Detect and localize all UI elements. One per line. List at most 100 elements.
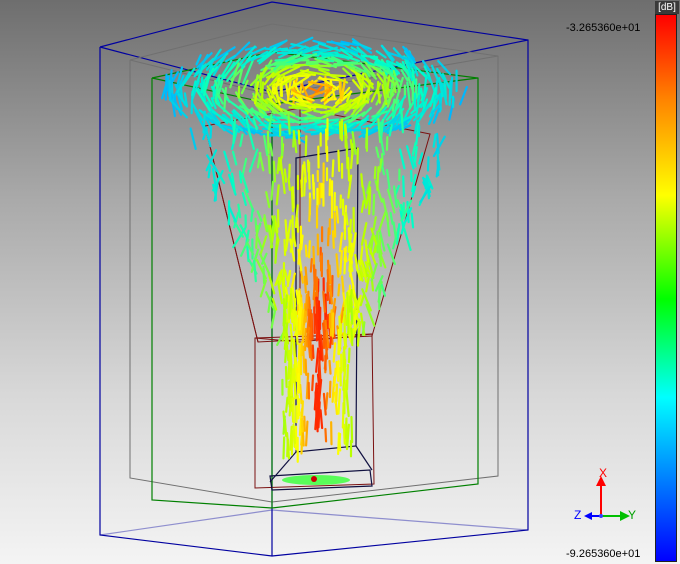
field-arrow bbox=[304, 358, 308, 376]
field-arrow bbox=[318, 358, 322, 381]
field-arrow bbox=[304, 116, 324, 120]
field-arrow bbox=[376, 165, 380, 191]
field-arrow bbox=[329, 285, 333, 305]
field-arrow bbox=[223, 150, 232, 172]
field-arrow bbox=[228, 205, 237, 223]
field-arrow bbox=[360, 54, 379, 59]
field-arrow bbox=[189, 127, 197, 150]
field-arrow bbox=[302, 303, 307, 326]
field-arrow bbox=[298, 306, 302, 331]
field-arrow bbox=[325, 331, 330, 349]
field-arrow bbox=[297, 129, 301, 145]
field-arrow bbox=[332, 342, 337, 363]
field-arrow bbox=[286, 272, 292, 288]
field-arrow bbox=[350, 327, 354, 347]
field-arrow bbox=[389, 211, 394, 225]
axis-z-label: Z bbox=[574, 508, 582, 522]
axes-triad-icon: X Y Z bbox=[568, 466, 648, 530]
field-arrow bbox=[342, 423, 346, 445]
field-arrow bbox=[243, 188, 255, 212]
field-arrow bbox=[410, 212, 415, 229]
field-arrow bbox=[272, 160, 277, 183]
field-arrow bbox=[403, 227, 412, 251]
field-arrow bbox=[304, 293, 308, 311]
field-arrow bbox=[360, 199, 365, 214]
field-arrow bbox=[301, 400, 304, 418]
field-arrow bbox=[273, 62, 294, 66]
field-arrow bbox=[291, 186, 295, 209]
field-arrow bbox=[285, 294, 288, 309]
field-arrow bbox=[292, 338, 296, 357]
field-arrow bbox=[256, 235, 263, 250]
field-arrow bbox=[303, 327, 307, 352]
field-arrow bbox=[239, 133, 244, 147]
field-arrow bbox=[335, 205, 340, 224]
field-arrow bbox=[324, 392, 329, 410]
field-arrow bbox=[311, 344, 315, 360]
field-arrow bbox=[346, 291, 350, 315]
field-arrow bbox=[368, 188, 372, 215]
field-arrow bbox=[265, 191, 271, 209]
field-arrow bbox=[372, 193, 376, 216]
field-arrow bbox=[288, 293, 292, 320]
field-arrow bbox=[344, 135, 349, 151]
field-arrow bbox=[300, 234, 304, 251]
field-arrow bbox=[375, 146, 380, 159]
field-arrow bbox=[413, 145, 418, 163]
field-arrow bbox=[392, 221, 397, 239]
field-arrow bbox=[296, 372, 300, 395]
field-arrow bbox=[304, 420, 309, 447]
field-arrow bbox=[283, 168, 288, 183]
colorbar-unit-label: [dB] bbox=[655, 1, 679, 14]
field-arrow bbox=[432, 133, 437, 148]
field-arrow bbox=[295, 289, 300, 305]
field-arrow bbox=[248, 148, 259, 173]
field-arrow bbox=[297, 398, 301, 420]
field-arrow bbox=[331, 159, 335, 178]
field-arrow bbox=[349, 289, 353, 312]
field-arrow bbox=[286, 438, 289, 458]
field-arrow bbox=[377, 211, 387, 232]
field-arrow bbox=[259, 72, 263, 94]
field-arrow bbox=[262, 134, 269, 157]
field-arrow bbox=[207, 165, 212, 179]
3d-viewport[interactable]: [dB] -3.265360e+01 -9.265360e+01 X Y Z bbox=[0, 0, 680, 564]
field-arrow bbox=[168, 79, 172, 102]
field-arrow bbox=[283, 269, 289, 282]
field-arrow bbox=[361, 321, 366, 336]
field-arrow bbox=[335, 383, 339, 403]
field-arrow bbox=[328, 359, 332, 375]
field-arrow bbox=[289, 425, 293, 451]
field-arrow bbox=[344, 211, 349, 226]
field-arrow bbox=[436, 159, 440, 177]
field-arrow bbox=[263, 214, 269, 233]
field-arrow bbox=[241, 192, 247, 206]
field-arrow bbox=[287, 389, 291, 408]
colorbar-max-label: -3.265360e+01 bbox=[566, 22, 641, 34]
field-arrow bbox=[338, 315, 342, 339]
field-arrow bbox=[319, 409, 324, 430]
field-arrow bbox=[448, 80, 452, 107]
field-arrow bbox=[391, 98, 396, 112]
field-arrow bbox=[328, 264, 332, 285]
field-arrow bbox=[379, 121, 383, 137]
field-arrow bbox=[318, 341, 323, 361]
field-arrow bbox=[316, 373, 321, 390]
field-arrow bbox=[398, 148, 406, 170]
field-arrow bbox=[287, 110, 291, 135]
field-arrow bbox=[308, 197, 312, 222]
field-arrow bbox=[284, 332, 288, 352]
field-arrow bbox=[333, 212, 337, 238]
field-arrow bbox=[299, 383, 303, 405]
field-arrow bbox=[337, 283, 341, 297]
field-arrow bbox=[302, 345, 306, 374]
field-arrow bbox=[256, 152, 262, 169]
field-arrow bbox=[309, 257, 313, 273]
field-arrow bbox=[335, 253, 340, 278]
field-arrow bbox=[279, 159, 284, 175]
field-arrow bbox=[385, 169, 391, 191]
field-arrow bbox=[232, 119, 236, 145]
field-arrow bbox=[275, 184, 280, 206]
field-arrow bbox=[373, 166, 377, 180]
field-arrow bbox=[370, 278, 375, 292]
